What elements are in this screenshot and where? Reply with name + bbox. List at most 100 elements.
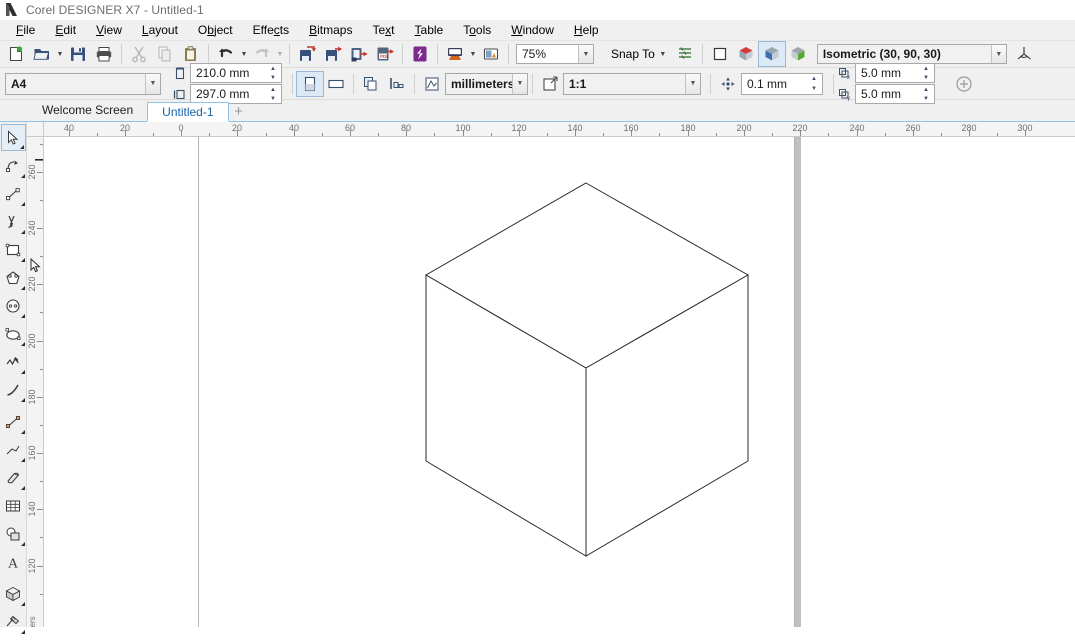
blend-tool-flyout-arrow[interactable] — [21, 486, 25, 490]
save-button[interactable] — [65, 42, 91, 66]
rectangle-tool-flyout-arrow[interactable] — [21, 258, 25, 262]
view-mode-iso-blue-button[interactable] — [759, 42, 785, 66]
all-pages-button[interactable] — [358, 72, 384, 96]
snap-to-dropdown[interactable]: ▼ — [658, 42, 668, 66]
import-button[interactable] — [294, 42, 320, 66]
orientation-landscape-button[interactable] — [323, 72, 349, 96]
ellipse-tool-flyout-arrow[interactable] — [21, 342, 25, 346]
export-button[interactable] — [320, 42, 346, 66]
scale-combo[interactable]: 1:1 ▼ — [563, 73, 701, 95]
add-tab-button[interactable]: + — [229, 101, 249, 121]
menu-view[interactable]: View — [86, 21, 132, 40]
units-dropdown-arrow[interactable]: ▼ — [512, 74, 527, 94]
page-preview-button[interactable] — [478, 42, 504, 66]
zoom-level-dropdown-arrow[interactable]: ▼ — [578, 45, 593, 63]
vertical-ruler[interactable]: 260 240 220 200 180 160 140 120 ters — [27, 137, 44, 627]
page-width-input[interactable]: 210.0 mm ▲▼ — [190, 63, 282, 83]
page-width-spinner[interactable]: ▲▼ — [265, 64, 281, 82]
line-tool[interactable] — [1, 180, 26, 207]
blend-tool[interactable] — [1, 464, 26, 491]
curve-tool-flyout-arrow[interactable] — [21, 398, 25, 402]
open-document-dropdown[interactable]: ▼ — [55, 42, 65, 66]
shape-tool-flyout-arrow[interactable] — [21, 174, 25, 178]
polygon-tool-flyout-arrow[interactable] — [21, 286, 25, 290]
3d-object-tool[interactable] — [1, 580, 26, 607]
polygon-tool[interactable] — [1, 264, 26, 291]
add-property-button[interactable] — [951, 72, 977, 96]
ellipse-tool[interactable] — [1, 320, 26, 347]
duplicate-y-spinner[interactable]: ▲▼ — [918, 85, 934, 103]
menu-text[interactable]: Text — [362, 21, 404, 40]
menu-window[interactable]: Window — [501, 21, 564, 40]
dimension-tool[interactable] — [1, 408, 26, 435]
3d-object-tool-flyout-arrow[interactable] — [21, 602, 25, 606]
units-combo[interactable]: millimeters ▼ — [445, 73, 528, 95]
paper-size-combo[interactable]: A4 ▼ — [5, 73, 161, 95]
callout-tool[interactable] — [1, 436, 26, 463]
ruler-origin-corner[interactable] — [27, 122, 44, 137]
view-mode-iso-red-button[interactable] — [733, 42, 759, 66]
menu-help[interactable]: Help — [564, 21, 609, 40]
pen-tool-flyout-arrow[interactable] — [21, 230, 25, 234]
duplicate-x-spinner[interactable]: ▲▼ — [918, 64, 934, 82]
duplicate-distance-y-input[interactable]: 5.0 mm ▲▼ — [855, 84, 935, 104]
pen-tool[interactable] — [1, 208, 26, 235]
hatch-fill-tool[interactable] — [1, 608, 26, 635]
view-mode-2d-button[interactable] — [707, 42, 733, 66]
menu-object[interactable]: Object — [188, 21, 243, 40]
text-tool[interactable]: A — [1, 548, 26, 575]
drawing-units-icon-button[interactable] — [419, 72, 445, 96]
nudge-arrows-icon-button[interactable] — [715, 72, 741, 96]
callout-tool-flyout-arrow[interactable] — [21, 458, 25, 462]
projection-axes-button[interactable] — [1011, 42, 1037, 66]
menu-edit[interactable]: Edit — [45, 21, 86, 40]
pick-tool[interactable] — [1, 124, 26, 151]
new-document-button[interactable] — [3, 42, 29, 66]
tab-welcome-screen[interactable]: Welcome Screen — [28, 101, 147, 121]
duplicate-distance-x-input[interactable]: 5.0 mm ▲▼ — [855, 63, 935, 83]
pick-tool-flyout-arrow[interactable] — [20, 145, 24, 149]
fill-tool[interactable] — [1, 636, 26, 641]
orientation-portrait-button[interactable] — [297, 72, 323, 96]
paper-size-dropdown-arrow[interactable]: ▼ — [145, 74, 160, 94]
page-height-spinner[interactable]: ▲▼ — [265, 85, 281, 103]
drawing-canvas[interactable] — [44, 137, 1075, 627]
scale-dropdown-arrow[interactable]: ▼ — [685, 74, 700, 94]
drawing-scale-button[interactable] — [537, 72, 563, 96]
table-tool[interactable] — [1, 492, 26, 519]
tab-untitled-1[interactable]: Untitled-1 — [147, 102, 228, 122]
projection-combo[interactable]: Isometric (30, 90, 30) ▼ — [817, 44, 1007, 64]
cut-button[interactable] — [126, 42, 152, 66]
shape-tool[interactable] — [1, 152, 26, 179]
isometric-cube[interactable] — [44, 137, 1075, 627]
nudge-distance-spinner[interactable]: ▲▼ — [806, 74, 822, 94]
menu-tools[interactable]: Tools — [453, 21, 501, 40]
freehand-tool-flyout-arrow[interactable] — [21, 370, 25, 374]
corel-connect-button[interactable] — [407, 42, 433, 66]
curve-tool[interactable] — [1, 376, 26, 403]
redo-dropdown[interactable]: ▼ — [275, 42, 285, 66]
menu-bitmaps[interactable]: Bitmaps — [299, 21, 362, 40]
redo-button[interactable] — [249, 42, 275, 66]
menu-layout[interactable]: Layout — [132, 21, 188, 40]
publish-pdf-button[interactable]: PDF — [372, 42, 398, 66]
print-button[interactable] — [91, 42, 117, 66]
horizontal-ruler[interactable]: 40200 204060 80100120 140160180 20022024… — [27, 122, 1075, 137]
circle-tool-flyout-arrow[interactable] — [21, 314, 25, 318]
projection-dropdown-arrow[interactable]: ▼ — [991, 45, 1006, 63]
zoom-level-combo[interactable]: 75% ▼ — [516, 44, 594, 64]
freehand-tool[interactable] — [1, 348, 26, 375]
snap-to-label[interactable]: Snap To — [608, 47, 658, 61]
menu-effects[interactable]: Effects — [243, 21, 299, 40]
circle-tool[interactable] — [1, 292, 26, 319]
hatch-fill-tool-flyout-arrow[interactable] — [21, 630, 25, 634]
dimension-tool-flyout-arrow[interactable] — [21, 430, 25, 434]
menu-file[interactable]: File — [6, 21, 45, 40]
full-screen-preview-button[interactable] — [442, 42, 468, 66]
options-list-button[interactable] — [672, 42, 698, 66]
export-to-office-button[interactable] — [346, 42, 372, 66]
rectangle-tool[interactable] — [1, 236, 26, 263]
copy-button[interactable] — [152, 42, 178, 66]
menu-table[interactable]: Table — [405, 21, 454, 40]
current-page-button[interactable] — [384, 72, 410, 96]
